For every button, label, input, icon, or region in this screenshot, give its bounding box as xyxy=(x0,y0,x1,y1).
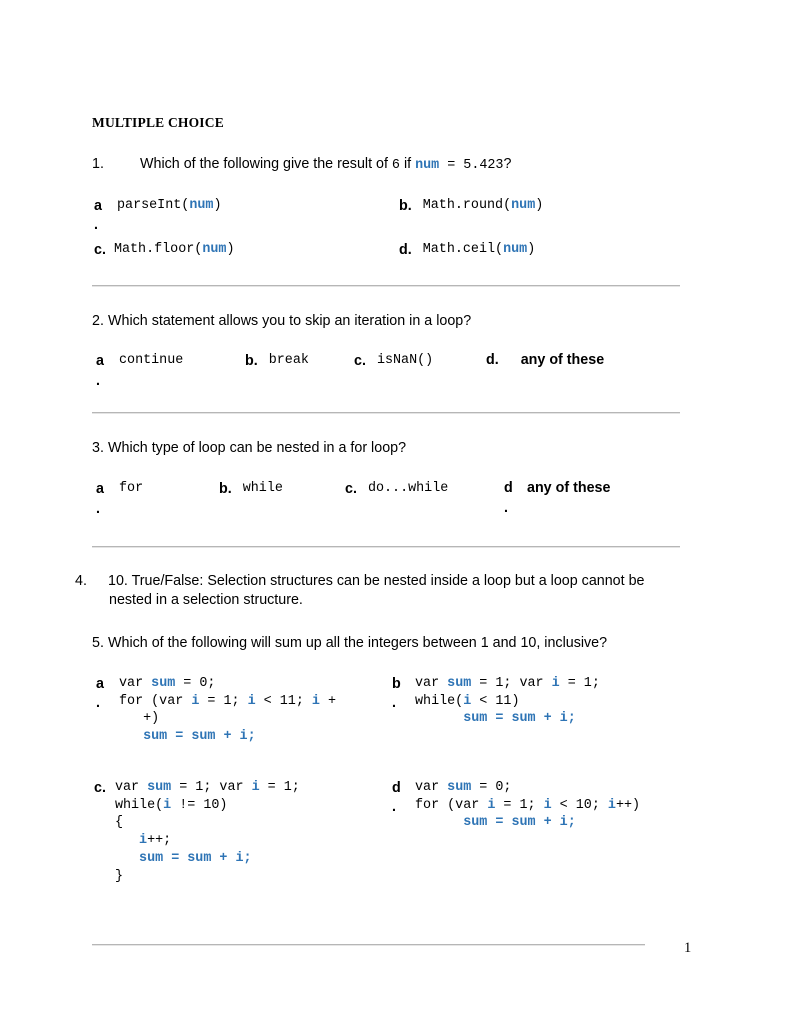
question-1-number: 1. xyxy=(92,155,104,172)
separator-after-question-3 xyxy=(92,546,680,549)
option-label: a. xyxy=(96,353,104,389)
option-code: while xyxy=(242,481,283,497)
question-3-text: Which type of loop can be nested in a fo… xyxy=(108,440,407,457)
option-label: c. xyxy=(94,241,106,258)
question-1: 1. Which of the following give the result… xyxy=(92,155,682,277)
option-text: any of these xyxy=(527,480,611,497)
question-1-option-d[interactable]: d. Math.ceil(num) xyxy=(399,241,535,260)
question-5-option-d[interactable]: d. var sum = 0; for (var i = 1; i < 10; i… xyxy=(392,779,640,832)
question-3-option-d[interactable]: d. any of these xyxy=(504,479,610,518)
question-2-text: Which statement allows you to skip an it… xyxy=(108,312,472,329)
document-page: MULTIPLE CHOICE 1. Which of the following… xyxy=(0,0,791,1024)
question-3: 3. Which type of loop can be nested in a … xyxy=(92,439,682,540)
question-5-number: 5. xyxy=(92,634,104,651)
question-3-option-b[interactable]: b. while xyxy=(219,480,283,499)
option-label: a. xyxy=(94,197,102,234)
option-code: var sum = 1; var i = 1; while(i != 10){ i… xyxy=(114,779,300,884)
question-5-option-c[interactable]: c. var sum = 1; var i = 1; while(i != 10)… xyxy=(94,779,300,886)
option-label: c. xyxy=(94,779,106,796)
question-2-option-a[interactable]: a. continue xyxy=(96,352,183,391)
question-2-number: 2. xyxy=(92,312,104,329)
option-label: b. xyxy=(245,353,258,370)
question-4-number: 4. xyxy=(75,573,87,590)
question-5-prompt: 5. Which of the following will sum up all… xyxy=(92,634,682,653)
question-1-assignment: = 5.423 xyxy=(439,157,504,173)
option-label: d. xyxy=(392,779,401,816)
question-4-prompt: 4. 10. True/False: Selection structures c… xyxy=(75,572,682,610)
option-label: b. xyxy=(219,481,232,498)
question-5-text: Which of the following will sum up all t… xyxy=(108,634,608,651)
question-4-text-line-1: 10. True/False: Selection structures can… xyxy=(108,573,645,590)
page-number: 1 xyxy=(684,940,692,956)
question-3-option-a[interactable]: a. for xyxy=(96,480,143,519)
question-1-prompt: 1. Which of the following give the result… xyxy=(92,155,682,175)
question-3-prompt: 3. Which type of loop can be nested in a … xyxy=(92,439,682,458)
question-5-option-a[interactable]: a. var sum = 0; for (var i = 1; i < 11; i… xyxy=(96,675,336,746)
question-2-options: a. continue b. break c. isNaN() d. any o… xyxy=(92,346,682,406)
question-1-options: a. parseInt(num) b. Math.round(num) c. M… xyxy=(92,191,682,277)
option-code: var sum = 1; var i = 1; while(i < 11) sum… xyxy=(415,675,600,727)
option-code: parseInt(num) xyxy=(117,197,222,213)
question-2-option-c[interactable]: c. isNaN() xyxy=(354,352,433,371)
question-2: 2. Which statement allows you to skip an … xyxy=(92,312,682,407)
question-1-identifier-num: num xyxy=(415,157,440,173)
question-1-option-b[interactable]: b. Math.round(num) xyxy=(399,197,543,216)
question-1-value-6: 6 xyxy=(391,157,400,173)
option-label: c. xyxy=(354,353,366,370)
question-4-text-line-2: nested in a selection structure. xyxy=(109,592,303,609)
question-4: 4. 10. True/False: Selection structures c… xyxy=(75,572,682,610)
option-code: Math.round(num) xyxy=(422,197,544,213)
option-code: var sum = 0; for (var i = 1; i < 10; i++)… xyxy=(415,779,641,831)
option-code: Math.floor(num) xyxy=(113,241,235,257)
document-content: MULTIPLE CHOICE 1. Which of the following… xyxy=(75,115,682,884)
option-code: do...while xyxy=(367,481,449,497)
question-3-options: a. for b. while c. do...while d. any of … xyxy=(92,474,682,540)
option-text: any of these xyxy=(520,352,605,369)
option-label: d. xyxy=(504,480,513,516)
question-1-text-part-2: if xyxy=(399,155,416,172)
question-1-option-a[interactable]: a. parseInt(num) xyxy=(94,197,221,236)
option-label: d. xyxy=(399,241,412,258)
page-title: MULTIPLE CHOICE xyxy=(92,115,224,130)
question-2-prompt: 2. Which statement allows you to skip an … xyxy=(92,312,682,331)
option-label: b. xyxy=(392,675,401,712)
option-label: a. xyxy=(96,675,104,712)
option-code: for xyxy=(119,481,144,497)
option-label: a. xyxy=(96,481,104,517)
option-code: continue xyxy=(119,353,184,369)
question-2-option-d[interactable]: d. any of these xyxy=(486,351,604,370)
option-label: c. xyxy=(345,481,357,498)
option-code: break xyxy=(268,353,309,369)
question-1-text-part-3: ? xyxy=(503,155,512,172)
question-5-options: a. var sum = 0; for (var i = 1; i < 11; i… xyxy=(92,669,682,884)
question-2-option-b[interactable]: b. break xyxy=(245,352,309,371)
question-3-option-c[interactable]: c. do...while xyxy=(345,480,448,499)
question-3-number: 3. xyxy=(92,440,104,457)
question-1-option-c[interactable]: c. Math.floor(num) xyxy=(94,241,235,260)
question-5-option-b[interactable]: b. var sum = 1; var i = 1; while(i < 11) … xyxy=(392,675,600,728)
option-label: b. xyxy=(399,197,412,214)
question-1-text-part-1: Which of the following give the result o… xyxy=(140,155,392,172)
separator-after-question-2 xyxy=(92,412,680,415)
option-code: var sum = 0; for (var i = 1; i < 11; i + … xyxy=(119,675,337,745)
option-label: d. xyxy=(486,352,499,369)
option-code: Math.ceil(num) xyxy=(422,241,536,257)
separator-after-question-1 xyxy=(92,284,680,287)
question-5: 5. Which of the following will sum up all… xyxy=(92,634,682,884)
footer-separator xyxy=(92,944,645,946)
option-code: isNaN() xyxy=(376,353,434,369)
